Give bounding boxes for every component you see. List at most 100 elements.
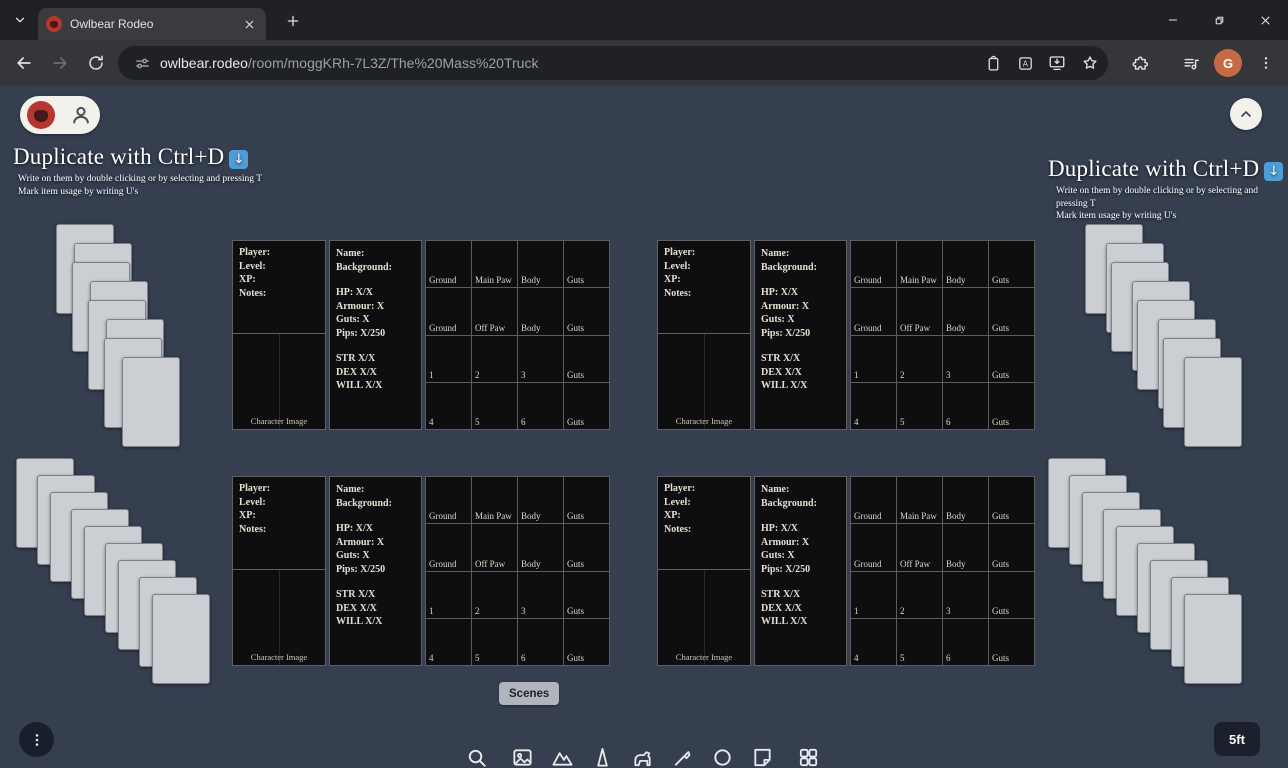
sheet-grid-cell: Main Paw [472, 241, 517, 288]
extensions-icon[interactable] [1125, 49, 1153, 77]
back-button[interactable] [10, 49, 38, 77]
more-options-button[interactable] [19, 722, 54, 757]
sheet-label: XP: [664, 274, 681, 285]
sheet-label: Name: [761, 248, 790, 259]
scenes-button[interactable]: Scenes [499, 682, 560, 705]
sheet-grid-cell: 4 [426, 382, 471, 429]
character-image-placeholder: Character Image [657, 570, 751, 666]
sheet-stats-cell: Name: Background: HP: X/X Armour: X Guts: X… [329, 476, 422, 666]
collapse-ui-button[interactable] [1230, 98, 1262, 130]
hint-left-title: Duplicate with Ctrl+D [13, 144, 225, 169]
sheet-grid-cell: Guts [564, 288, 609, 335]
sheet-grid: Ground Main Paw Body Guts Ground Off Paw Body G… [425, 476, 610, 666]
sheet-grid-cell: Body [518, 524, 563, 571]
sheet-grid-cell: 1 [851, 571, 896, 618]
minimize-button[interactable] [1150, 0, 1196, 40]
sheet-label: DEX X/X [336, 366, 377, 378]
sheet-label: Name: [336, 484, 365, 495]
sheet-grid-cell: 3 [518, 335, 563, 382]
tab-close-icon[interactable] [240, 15, 258, 33]
card-token[interactable] [152, 594, 210, 684]
sheet-grid-cell: Guts [564, 571, 609, 618]
clipboard-icon[interactable] [983, 53, 1003, 73]
character-sheet[interactable]: Player: Level: XP: Notes: Character Image N… [232, 240, 610, 430]
sheet-label: Background: [336, 497, 392, 509]
sheet-label: STR X/X [336, 353, 376, 364]
canvas[interactable]: Duplicate with Ctrl+D ↓ Write on them by … [0, 86, 1288, 768]
card-token[interactable] [122, 357, 180, 447]
tab-strip: Owlbear Rodeo [0, 0, 1288, 40]
pointer-tool-icon[interactable] [585, 740, 619, 768]
token-tool-icon[interactable] [625, 740, 659, 768]
fog-tool-icon[interactable] [705, 740, 739, 768]
sheet-label: Level: [664, 496, 691, 508]
url-domain: owlbear.rodeo [160, 55, 248, 71]
note-tool-icon[interactable] [745, 740, 779, 768]
translate-icon[interactable]: A [1015, 53, 1035, 73]
sheet-label: WILL X/X [761, 616, 808, 627]
sheet-grid: Ground Main Paw Body Guts Ground Off Paw Body G… [850, 240, 1035, 430]
card-token[interactable] [1184, 594, 1242, 684]
sheet-label: STR X/X [336, 589, 376, 600]
reload-button[interactable] [82, 49, 110, 77]
sheet-grid-cell: 3 [943, 335, 988, 382]
sheet-grid-cell: Ground [426, 524, 471, 571]
sheet-label: DEX X/X [336, 602, 377, 614]
new-tab-button[interactable] [282, 10, 304, 32]
browser-menu-icon[interactable] [1252, 49, 1280, 77]
address-bar[interactable]: owlbear.rodeo/room/moggKRh-7L3Z/The%20Ma… [118, 46, 1108, 80]
sheet-stats-cell: Name: Background: HP: X/X Armour: X Guts: X… [329, 240, 422, 430]
sheet-grid-cell: Ground [851, 524, 896, 571]
search-tool-icon[interactable] [459, 740, 493, 768]
hint-right-line2: Mark item usage by writing U's [1056, 211, 1177, 221]
character-image-label: Character Image [250, 652, 308, 662]
sheet-grid-cell: Guts [989, 618, 1034, 665]
sheet-grid-cell: Ground [851, 288, 896, 335]
sheet-grid-cell: Guts [989, 571, 1034, 618]
site-settings-icon[interactable] [132, 53, 152, 73]
close-window-button[interactable] [1242, 0, 1288, 40]
grid-scale-button[interactable]: 5ft [1214, 722, 1260, 756]
down-arrow-emoji: ↓ [229, 150, 249, 169]
url-text[interactable]: owlbear.rodeo/room/moggKRh-7L3Z/The%20Ma… [160, 46, 538, 80]
tab-search-chevron-icon[interactable] [8, 9, 32, 31]
sheet-label: Guts: X [761, 314, 795, 325]
restore-button[interactable] [1196, 0, 1242, 40]
sheet-grid-cell: Ground [426, 477, 471, 524]
sheet-grid-cell: Body [518, 241, 563, 288]
party-panel [20, 96, 100, 134]
sheet-grid-cell: Guts [564, 477, 609, 524]
map-tool-icon[interactable] [545, 740, 579, 768]
character-sheet[interactable]: Player: Level: XP: Notes: Character Image N… [232, 476, 610, 666]
sheet-label: XP: [664, 510, 681, 521]
bookmark-star-icon[interactable] [1080, 53, 1100, 73]
sheet-grid-cell: Guts [989, 241, 1034, 288]
svg-text:A: A [1022, 59, 1028, 68]
sheet-grid-cell: 1 [426, 335, 471, 382]
sheet-grid-cell: Body [943, 477, 988, 524]
character-sheet[interactable]: Player: Level: XP: Notes: Character Image N… [657, 240, 1035, 430]
sheet-grid-cell: Ground [851, 241, 896, 288]
forward-button[interactable] [46, 49, 74, 77]
card-token[interactable] [1184, 357, 1242, 447]
attachment-tool-icon[interactable] [665, 740, 699, 768]
sheet-label: Armour: X [761, 300, 810, 312]
sheet-label: HP: X/X [761, 287, 798, 298]
profile-avatar[interactable]: G [1214, 49, 1242, 77]
sheet-grid: Ground Main Paw Body Guts Ground Off Paw Body G… [850, 476, 1035, 666]
character-image-placeholder: Character Image [657, 334, 751, 430]
browser-tab[interactable]: Owlbear Rodeo [38, 8, 266, 40]
hint-left-line1: Write on them by double clicking or by s… [18, 174, 263, 184]
sheet-label: Background: [761, 497, 817, 509]
image-tool-icon[interactable] [505, 740, 539, 768]
media-controls-icon[interactable] [1177, 49, 1205, 77]
owlbear-logo-icon[interactable] [27, 101, 55, 129]
install-app-icon[interactable] [1047, 53, 1067, 73]
extensions-grid-icon[interactable] [791, 740, 825, 768]
sheet-label: HP: X/X [336, 287, 373, 298]
sheet-grid-cell: Off Paw [472, 288, 517, 335]
sheet-left-panel: Player: Level: XP: Notes: Character Image [657, 476, 751, 666]
sheet-grid-cell: Ground [426, 288, 471, 335]
character-sheet[interactable]: Player: Level: XP: Notes: Character Image N… [657, 476, 1035, 666]
player-icon[interactable] [69, 103, 93, 127]
